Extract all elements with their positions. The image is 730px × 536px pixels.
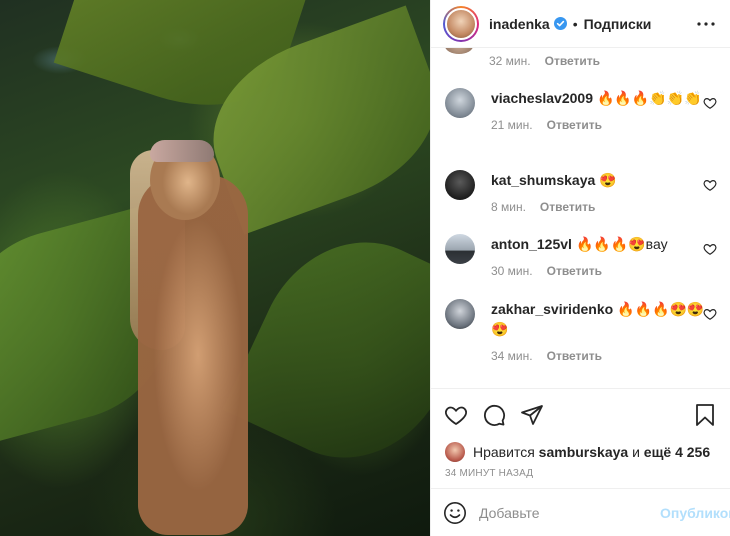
separator-dot: • [572,15,578,32]
comment-meta: 21 мин. Ответить [491,118,717,132]
leaf-shape [222,210,430,490]
comment-meta: 30 мин. Ответить [491,264,717,278]
comment-content: 🔥🔥🔥👏👏👏 [596,90,702,106]
reply-button[interactable]: Ответить [547,349,602,363]
heart-icon[interactable] [443,402,469,428]
comment-text: viacheslav2009 🔥🔥🔥👏👏👏 [491,88,717,108]
instagram-post: inadenka • Подписки 32 мин. Ответить via… [0,0,730,536]
verified-badge-icon [553,17,567,30]
comment-content: 🔥🔥🔥😍вау [575,236,668,252]
post-photo[interactable] [0,0,430,536]
reply-button[interactable]: Ответить [540,200,595,214]
comment-icon[interactable] [481,402,507,428]
comment-avatar[interactable] [445,88,475,118]
likes-text: Нравится samburskaya и ещё 4 256 [473,444,710,460]
comment-username[interactable]: viacheslav2009 [491,90,593,106]
comment-username[interactable]: anton_125vl [491,236,572,252]
comment-like-heart-icon[interactable] [703,307,717,321]
comment-body: kat_shumskaya 😍 8 мин. Ответить [491,170,717,214]
comment-avatar[interactable] [445,234,475,264]
reply-button[interactable]: Ответить [547,264,602,278]
comment-meta: 8 мин. Ответить [491,200,717,214]
comment-time: 30 мин. [491,264,533,278]
liker-username[interactable]: samburskaya [539,444,629,460]
reply-button[interactable]: Ответить [547,118,602,132]
comment-time: 8 мин. [491,200,526,214]
comment-item: kat_shumskaya 😍 8 мин. Ответить [445,170,717,214]
comment-item: zakhar_sviridenko 🔥🔥🔥😍😍😍 34 мин. Ответить [445,299,717,363]
comment-avatar[interactable] [445,299,475,329]
liker-avatar[interactable] [445,442,465,462]
comment-body: viacheslav2009 🔥🔥🔥👏👏👏 21 мин. Ответить [491,88,717,132]
comment-body: anton_125vl 🔥🔥🔥😍вау 30 мин. Ответить [491,234,717,278]
more-icon[interactable] [694,12,718,36]
author-avatar-image [445,7,477,40]
bookmark-icon[interactable] [692,402,718,428]
comment-input[interactable] [479,504,660,521]
comment-avatar[interactable] [445,170,475,200]
add-comment-bar: Опубликовать [431,488,730,536]
likes-prefix: Нравится [473,444,535,460]
comment-meta: 34 мин. Ответить [491,349,717,363]
comment-meta: 32 мин. Ответить [489,54,600,68]
comment-avatar-partial [445,48,473,54]
photo-figure-scarf [150,140,214,162]
comment-text: zakhar_sviridenko 🔥🔥🔥😍😍😍 [491,299,717,339]
reply-button[interactable]: Ответить [545,54,600,68]
comment-content: 😍 [599,172,617,188]
comment-time: 32 мин. [489,54,531,68]
author-avatar[interactable] [443,5,479,42]
likes-summary: Нравится samburskaya и ещё 4 256 [431,440,730,464]
photo-figure-body [138,175,248,535]
author-username[interactable]: inadenka [489,16,550,32]
post-timestamp: 34 МИНУТ НАЗАД [445,468,534,479]
comment-time: 21 мин. [491,118,533,132]
comment-item: viacheslav2009 🔥🔥🔥👏👏👏 21 мин. Ответить [445,88,717,132]
comment-username[interactable]: kat_shumskaya [491,172,595,188]
comment-text: anton_125vl 🔥🔥🔥😍вау [491,234,717,254]
likes-count[interactable]: ещё 4 256 [644,444,710,460]
likes-conjunction: и [632,444,640,460]
comment-username[interactable]: zakhar_sviridenko [491,301,613,317]
comments-list: 32 мин. Ответить viacheslav2009 🔥🔥🔥👏👏👏 21… [431,48,730,388]
post-actions-bar [431,388,730,440]
emoji-icon[interactable] [443,500,467,526]
comment-item: anton_125vl 🔥🔥🔥😍вау 30 мин. Ответить [445,234,717,278]
post-side-panel: inadenka • Подписки 32 мин. Ответить via… [430,0,730,536]
comment-like-heart-icon[interactable] [703,178,717,192]
comment-like-heart-icon[interactable] [703,242,717,256]
share-icon[interactable] [519,402,545,428]
following-button[interactable]: Подписки [584,16,652,32]
comment-time: 34 мин. [491,349,533,363]
comment-text: kat_shumskaya 😍 [491,170,717,190]
comment-like-heart-icon[interactable] [703,96,717,110]
post-header: inadenka • Подписки [431,0,730,48]
comment-body: zakhar_sviridenko 🔥🔥🔥😍😍😍 34 мин. Ответить [491,299,717,363]
publish-button[interactable]: Опубликовать [660,505,730,521]
